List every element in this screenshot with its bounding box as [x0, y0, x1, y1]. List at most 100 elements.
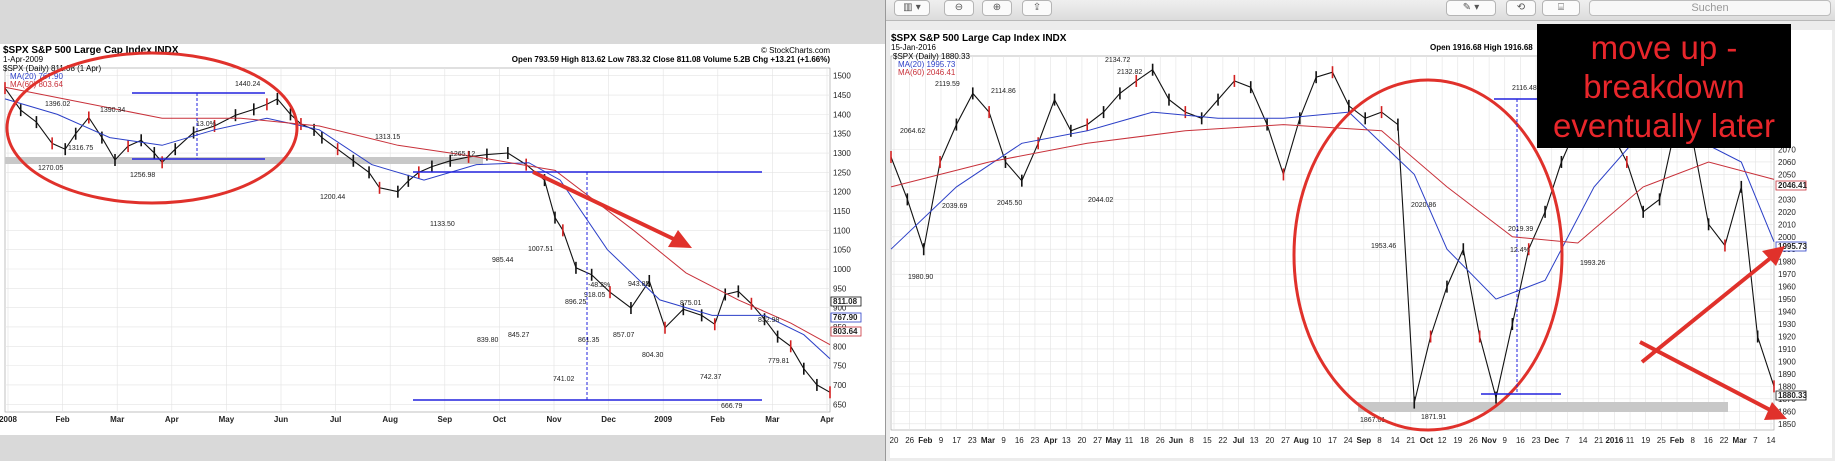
price-annotation: 1980.90 [908, 274, 933, 281]
price-annotation: 1270.05 [38, 165, 63, 172]
x-tick-label: Jun [1169, 436, 1183, 445]
x-tick-label: 2009 [654, 415, 672, 424]
price-annotation: 985.44 [492, 257, 514, 264]
price-annotation: 1200.44 [320, 194, 345, 201]
x-tick-label: 14 [1391, 436, 1400, 445]
price-annotation: 12.4% [1510, 247, 1530, 254]
right-chart-date: 15-Jan-2016 [891, 43, 936, 52]
price-annotation: 1871.91 [1421, 414, 1446, 421]
x-tick-label: 10 [1312, 436, 1321, 445]
y-tick-label: 1350 [833, 130, 851, 139]
price-annotation: 1396.02 [45, 101, 70, 108]
x-tick-label: 11 [1125, 436, 1134, 445]
left-grid [4, 67, 831, 413]
y-tick-label: 2010 [1778, 220, 1796, 229]
search-field[interactable]: Suchen [1589, 0, 1831, 16]
y-tick-label: 2060 [1778, 158, 1796, 167]
price-annotation: 1316.75 [68, 145, 93, 152]
y-tick-label: 1050 [833, 246, 851, 255]
x-tick-label: 9 [939, 436, 944, 445]
x-tick-label: 7 [1565, 436, 1570, 445]
toolbox-icon: ⌸ [1558, 2, 1564, 13]
toolbox-button[interactable]: ⌸ [1542, 0, 1580, 16]
y-tick-label: 2050 [1778, 170, 1796, 179]
x-tick-label: 26 [1156, 436, 1165, 445]
x-tick-label: 21 [1594, 436, 1603, 445]
price-annotation: 1256.98 [130, 172, 155, 179]
x-tick-label: 16 [1015, 436, 1024, 445]
x-tick-label: 19 [1453, 436, 1462, 445]
y-tick-label: 950 [833, 284, 847, 293]
x-tick-label: 2016 [1605, 436, 1623, 445]
price-annotation: 666.79 [721, 403, 743, 410]
share-button[interactable]: ⇪ [1022, 0, 1052, 16]
price-annotation: 2020.86 [1411, 202, 1436, 209]
left-last-price-labels: 811.08 767.90 803.64 [830, 296, 862, 337]
y-tick-label: 1100 [833, 226, 851, 235]
right-x-axis: 20 26 Feb 9 17 23 Mar 9 16 23 Apr 13 20 27 May 11 18 26 Ju… [890, 436, 1776, 445]
left-chart-date: 1-Apr-2009 [3, 55, 44, 64]
markup-button[interactable]: ✎ ▾ [1446, 0, 1496, 16]
last-price-label: 2046.41 [1778, 181, 1807, 190]
y-tick-label: 700 [833, 381, 847, 390]
right-chart-ohlc: Open 1916.68 High 1916.68 [1430, 43, 1533, 52]
price-annotation: 1007.51 [528, 246, 553, 253]
last-price-label: 811.08 [833, 297, 858, 306]
price-annotation: 857.07 [613, 332, 635, 339]
x-tick-label: 23 [968, 436, 977, 445]
window-toolbar: ▥ ▾ ⊖ ⊕ ⇪ ✎ ▾ ⟲ ⌸ Suchen [886, 0, 1835, 21]
x-tick-label: Dec [601, 415, 616, 424]
zoom-out-button[interactable]: ⊖ [944, 0, 974, 16]
x-tick-label: 13 [1250, 436, 1259, 445]
x-tick-label: 22 [1720, 436, 1729, 445]
price-annotation: 1265.12 [450, 151, 475, 158]
price-annotation: 896.25 [565, 299, 587, 306]
price-annotation: 1390.34 [100, 107, 125, 114]
left-x-axis: 2008 Feb Mar Apr May Jun Jul Aug Sep Oct Nov Dec 200… [0, 415, 834, 424]
price-annotation: 2114.86 [991, 88, 1016, 95]
rotate-button[interactable]: ⟲ [1506, 0, 1536, 16]
zoom-out-icon: ⊖ [954, 2, 964, 13]
y-tick-label: 2020 [1778, 208, 1796, 217]
zoom-in-button[interactable]: ⊕ [982, 0, 1012, 16]
y-tick-label: 1850 [1778, 420, 1796, 429]
last-price-label: 1880.33 [1778, 391, 1807, 400]
x-tick-label: 8 [1690, 436, 1695, 445]
x-tick-label: Feb [918, 436, 932, 445]
x-tick-label: 22 [1218, 436, 1227, 445]
x-tick-label: 17 [952, 436, 961, 445]
x-tick-label: 23 [1030, 436, 1039, 445]
y-tick-label: 1900 [1778, 357, 1796, 366]
left-chart: $SPX S&P 500 Large Cap Index INDX 1-Apr-… [0, 45, 862, 424]
right-legend-ma60: MA(60) 2046.41 [898, 68, 956, 77]
x-tick-label: Apr [165, 415, 179, 424]
callout-box: move up - breakdown eventually later [1537, 24, 1791, 148]
price-annotation: 2132.82 [1117, 69, 1142, 76]
price-annotation: 839.80 [477, 337, 499, 344]
x-tick-label: Mar [981, 436, 995, 445]
x-tick-label: 13 [1062, 436, 1071, 445]
x-tick-label: 8 [1377, 436, 1382, 445]
price-annotation: 2119.59 [935, 81, 960, 88]
price-annotation: 741.02 [553, 376, 575, 383]
x-tick-label: May [1105, 436, 1121, 445]
price-annotation: 2134.72 [1105, 57, 1130, 64]
x-tick-label: Mar [765, 415, 779, 424]
sidebar-icon: ▥ ▾ [903, 2, 921, 13]
share-icon: ⇪ [1032, 2, 1042, 13]
x-tick-label: Apr [1044, 436, 1058, 445]
x-tick-label: 25 [1657, 436, 1666, 445]
callout-line-3: eventually later [1553, 107, 1775, 144]
sidebar-toggle-button[interactable]: ▥ ▾ [894, 0, 930, 16]
x-tick-label: 16 [1516, 436, 1525, 445]
x-tick-label: 9 [1503, 436, 1508, 445]
plot-area [4, 67, 831, 413]
price-annotation: -48.2% [588, 282, 610, 289]
y-tick-label: 650 [833, 400, 847, 409]
x-tick-label: Aug [382, 415, 398, 424]
y-tick-label: 2030 [1778, 195, 1796, 204]
price-annotation: 943.85 [628, 281, 650, 288]
x-tick-label: 26 [905, 436, 914, 445]
y-tick-label: 1000 [833, 265, 851, 274]
y-tick-label: 1400 [833, 110, 851, 119]
